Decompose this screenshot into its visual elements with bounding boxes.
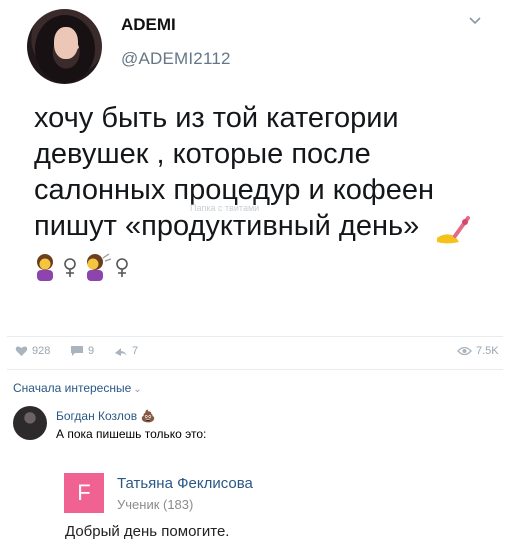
chevron-down-icon: ⌄ <box>133 384 142 395</box>
women-emoji-icons <box>37 253 128 281</box>
answer-avatar-letter: F <box>77 480 91 505</box>
comment-stat[interactable]: 9 <box>70 345 94 357</box>
repost-stat[interactable]: 7 <box>114 345 138 357</box>
tweet-text-body: хочу быть из той категории девушек , кот… <box>34 102 434 242</box>
comments-sort[interactable]: Сначала интересные ⌄ <box>13 381 142 395</box>
answer-avatar: F <box>64 473 104 513</box>
author-name[interactable]: ADEMI <box>121 15 176 35</box>
answer-body: Добрый день помогите. <box>65 523 230 540</box>
answer-rank: Ученик (183) <box>117 497 194 512</box>
stats-bar: 928 9 7 7.5K <box>0 342 510 364</box>
commenter-name[interactable]: Богдан Козлов 💩 <box>56 409 155 423</box>
repost-icon <box>115 348 127 356</box>
answer-card: F Татьяна Феклисова Ученик (183) Добрый … <box>59 460 509 550</box>
commenter-avatar[interactable] <box>13 406 47 440</box>
chevron-down-icon[interactable] <box>467 13 483 29</box>
views-stat: 7.5K <box>457 345 499 357</box>
commenter-emoji: 💩 <box>140 409 156 423</box>
tweet-card: ADEMI @ADEMI2112 хочу быть из той катего… <box>0 0 510 340</box>
author-handle[interactable]: @ADEMI2112 <box>121 49 231 69</box>
eye-icon <box>457 346 472 356</box>
answer-author[interactable]: Татьяна Феклисова <box>117 475 253 492</box>
commenter-name-text: Богдан Козлов <box>56 409 138 423</box>
watermark-text: Папка с твитами <box>190 203 260 213</box>
author-avatar[interactable] <box>27 9 102 84</box>
views-count: 7.5K <box>476 345 499 357</box>
comment-count: 9 <box>88 345 95 357</box>
like-stat[interactable]: 928 <box>15 345 50 357</box>
comment-icon <box>71 346 83 356</box>
tweet-text: хочу быть из той категории девушек , кот… <box>34 100 484 244</box>
nail-polish-icon <box>437 216 470 244</box>
like-count: 928 <box>32 345 51 357</box>
divider-top <box>7 336 503 337</box>
repost-count: 7 <box>132 345 139 357</box>
divider-stats <box>7 369 503 370</box>
avatar-face <box>54 27 78 59</box>
heart-icon <box>15 346 28 356</box>
comments-sort-label: Сначала интересные <box>13 381 132 395</box>
comment-text: А пока пишешь только это: <box>56 427 207 441</box>
